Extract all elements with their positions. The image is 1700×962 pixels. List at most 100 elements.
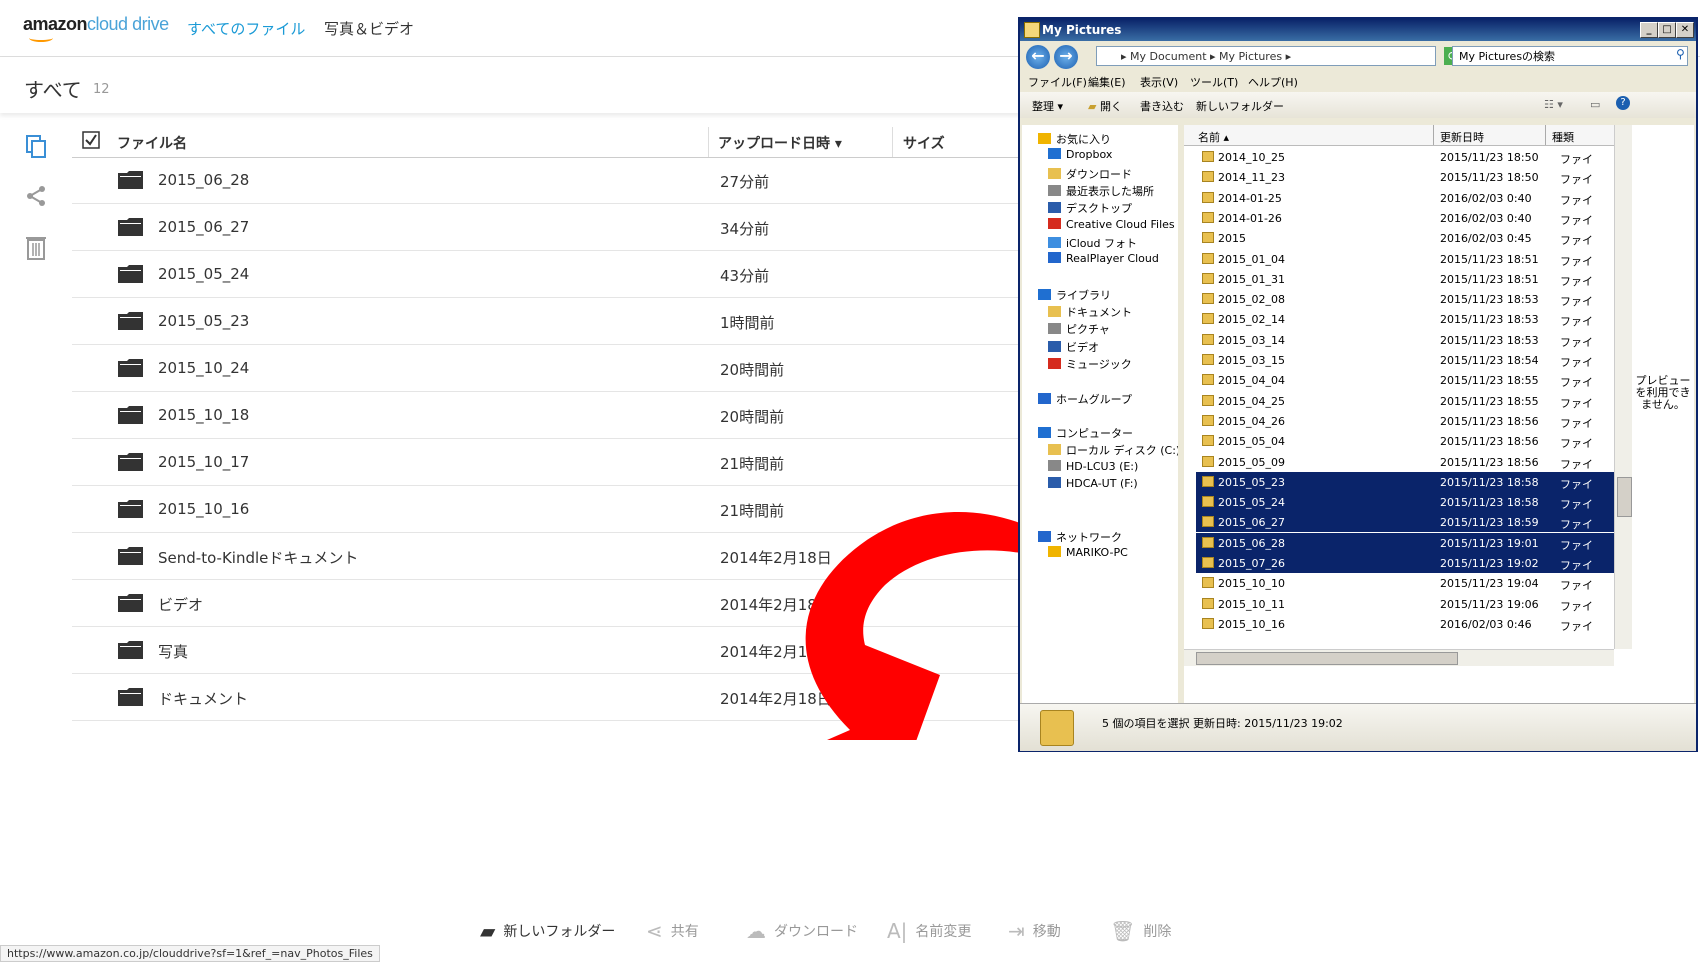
file-name[interactable]: Send-to-Kindleドキュメント <box>158 547 358 568</box>
vertical-scrollbar[interactable] <box>1614 125 1632 649</box>
explorer-window[interactable]: My Pictures _ □ ✕ ← → ▸ My Document ▸ My… <box>1018 17 1698 752</box>
help-icon[interactable]: ? <box>1616 96 1630 110</box>
new-folder-button[interactable]: 新しいフォルダー <box>1196 98 1284 114</box>
file-name[interactable]: 写真 <box>158 641 188 662</box>
nav-item[interactable]: ホームグループ <box>1038 391 1132 407</box>
explorer-row[interactable]: 2015 2016/02/03 0:45 ファイ <box>1196 228 1614 248</box>
preview-pane-icon[interactable]: ▭ <box>1590 98 1600 111</box>
nav-item[interactable]: ローカル ディスク (C:) <box>1048 442 1178 458</box>
table-row[interactable]: 2015_05_23 1時間前 <box>72 298 1022 345</box>
table-row[interactable]: 2015_06_28 27分前 <box>72 157 1022 204</box>
table-row[interactable]: 2015_10_18 20時間前 <box>72 392 1022 439</box>
nav-item[interactable]: お気に入り <box>1038 131 1111 147</box>
window-titlebar[interactable]: My Pictures _ □ ✕ <box>1020 19 1696 41</box>
file-name[interactable]: 2015_05_23 <box>158 312 249 330</box>
explorer-row[interactable]: 2015_03_15 2015/11/23 18:54 ファイ <box>1196 350 1614 370</box>
search-input[interactable]: My Picturesの検索 <box>1452 46 1688 66</box>
nav-item[interactable]: ライブラリ <box>1038 287 1111 303</box>
scroll-thumb[interactable] <box>1617 477 1632 517</box>
nav-item[interactable]: ネットワーク <box>1038 529 1122 545</box>
table-row[interactable]: 2015_06_27 34分前 <box>72 204 1022 251</box>
nav-item[interactable]: ビデオ <box>1048 339 1099 355</box>
explorer-row[interactable]: 2015_04_26 2015/11/23 18:56 ファイ <box>1196 411 1614 431</box>
view-options-icon[interactable]: ☷ ▾ <box>1544 98 1563 111</box>
search-icon[interactable]: ⚲ <box>1676 47 1685 61</box>
file-name[interactable]: 2015_05_24 <box>158 265 249 283</box>
delete-button[interactable]: 🗑 削除 <box>1110 919 1171 943</box>
menu-tools[interactable]: ツール(T) <box>1190 74 1238 90</box>
file-name[interactable]: 2015_10_17 <box>158 453 249 471</box>
horizontal-scrollbar[interactable] <box>1184 649 1614 666</box>
close-button[interactable]: ✕ <box>1676 22 1694 38</box>
address-field[interactable]: ▸ My Document ▸ My Pictures ▸ <box>1096 46 1436 66</box>
explorer-row[interactable]: 2015_10_16 2016/02/03 0:46 ファイ <box>1196 614 1614 634</box>
nav-item[interactable]: ピクチャ <box>1048 321 1110 337</box>
move-button[interactable]: ⇥ 移動 <box>1008 919 1061 943</box>
nav-item[interactable]: Dropbox <box>1048 148 1112 161</box>
new-folder-button[interactable]: ▰ 新しいフォルダー <box>480 919 615 943</box>
nav-item[interactable]: ミュージック <box>1048 356 1132 372</box>
table-row[interactable]: 2015_10_24 20時間前 <box>72 345 1022 392</box>
explorer-row[interactable]: 2015_07_26 2015/11/23 19:02 ファイ <box>1196 553 1614 573</box>
explorer-row[interactable]: 2015_06_28 2015/11/23 19:01 ファイ <box>1196 532 1614 553</box>
share-button[interactable]: ⋖ 共有 <box>646 919 699 943</box>
explorer-row[interactable]: 2014_11_23 2015/11/23 18:50 ファイ <box>1196 167 1614 187</box>
minimize-button[interactable]: _ <box>1640 22 1658 38</box>
column-uploaded[interactable]: アップロード日時 ▾ <box>718 133 842 153</box>
menu-help[interactable]: ヘルプ(H) <box>1248 74 1298 90</box>
nav-item[interactable]: 最近表示した場所 <box>1048 183 1154 199</box>
header-name[interactable]: 名前 ▴ <box>1198 129 1229 145</box>
file-name[interactable]: 2015_06_27 <box>158 218 249 236</box>
nav-item[interactable]: HD-LCU3 (E:) <box>1048 459 1138 473</box>
nav-item[interactable]: MARIKO-PC <box>1048 546 1128 559</box>
explorer-row[interactable]: 2015_06_27 2015/11/23 18:59 ファイ <box>1196 512 1614 533</box>
explorer-row[interactable]: 2014-01-25 2016/02/03 0:40 ファイ <box>1196 188 1614 208</box>
scroll-thumb[interactable] <box>1196 652 1458 665</box>
explorer-row[interactable]: 2015_01_31 2015/11/23 18:51 ファイ <box>1196 269 1614 289</box>
select-all-checkbox[interactable] <box>82 131 100 153</box>
nav-all-files[interactable]: すべてのファイル <box>187 18 305 39</box>
explorer-row[interactable]: 2015_05_04 2015/11/23 18:56 ファイ <box>1196 431 1614 451</box>
copy-icon[interactable] <box>24 134 48 158</box>
back-arrow-icon[interactable]: ← <box>1026 45 1050 69</box>
explorer-row[interactable]: 2015_01_04 2015/11/23 18:51 ファイ <box>1196 249 1614 269</box>
download-button[interactable]: ☁ ダウンロード <box>746 919 858 943</box>
explorer-row[interactable]: 2015_05_09 2015/11/23 18:56 ファイ <box>1196 452 1614 472</box>
menu-edit[interactable]: 編集(E) <box>1088 74 1126 90</box>
forward-arrow-icon[interactable]: → <box>1054 45 1078 69</box>
header-type[interactable]: 種類 <box>1552 129 1574 145</box>
column-size[interactable]: サイズ <box>903 133 945 153</box>
rename-button[interactable]: A| 名前変更 <box>887 919 971 943</box>
header-date[interactable]: 更新日時 <box>1440 129 1484 145</box>
maximize-button[interactable]: □ <box>1658 22 1676 38</box>
nav-item[interactable]: RealPlayer Cloud <box>1048 252 1159 265</box>
open-button[interactable]: ▰ 開く <box>1088 98 1122 114</box>
explorer-row[interactable]: 2015_05_24 2015/11/23 18:58 ファイ <box>1196 492 1614 513</box>
explorer-row[interactable]: 2015_10_11 2015/11/23 19:06 ファイ <box>1196 594 1614 614</box>
table-row[interactable]: 2015_05_24 43分前 <box>72 251 1022 298</box>
file-name[interactable]: ビデオ <box>158 594 203 615</box>
nav-item[interactable]: ダウンロード <box>1048 166 1132 182</box>
amazon-cloud-drive-logo[interactable]: amazoncloud drive <box>23 14 169 42</box>
column-name[interactable]: ファイル名 <box>117 133 187 153</box>
nav-item[interactable]: HDCA-UT (F:) <box>1048 477 1138 490</box>
explorer-row[interactable]: 2015_10_10 2015/11/23 19:04 ファイ <box>1196 573 1614 593</box>
file-name[interactable]: 2015_10_16 <box>158 500 249 518</box>
file-name[interactable]: ドキュメント <box>158 688 248 709</box>
explorer-row[interactable]: 2015_03_14 2015/11/23 18:53 ファイ <box>1196 330 1614 350</box>
menu-view[interactable]: 表示(V) <box>1140 74 1178 90</box>
nav-item[interactable]: ドキュメント <box>1048 304 1132 320</box>
explorer-row[interactable]: 2015_04_25 2015/11/23 18:55 ファイ <box>1196 391 1614 411</box>
nav-photos-videos[interactable]: 写真＆ビデオ <box>324 18 414 39</box>
nav-item[interactable]: コンピューター <box>1038 425 1133 441</box>
explorer-row[interactable]: 2015_02_08 2015/11/23 18:53 ファイ <box>1196 289 1614 309</box>
nav-item[interactable]: デスクトップ <box>1048 200 1132 216</box>
file-name[interactable]: 2015_06_28 <box>158 171 249 189</box>
share-icon[interactable] <box>24 184 48 208</box>
explorer-row[interactable]: 2015_02_14 2015/11/23 18:53 ファイ <box>1196 309 1614 329</box>
file-name[interactable]: 2015_10_18 <box>158 406 249 424</box>
burn-button[interactable]: 書き込む <box>1140 98 1184 114</box>
file-name[interactable]: 2015_10_24 <box>158 359 249 377</box>
explorer-row[interactable]: 2014_10_25 2015/11/23 18:50 ファイ <box>1196 147 1614 167</box>
menu-file[interactable]: ファイル(F) <box>1028 74 1087 90</box>
